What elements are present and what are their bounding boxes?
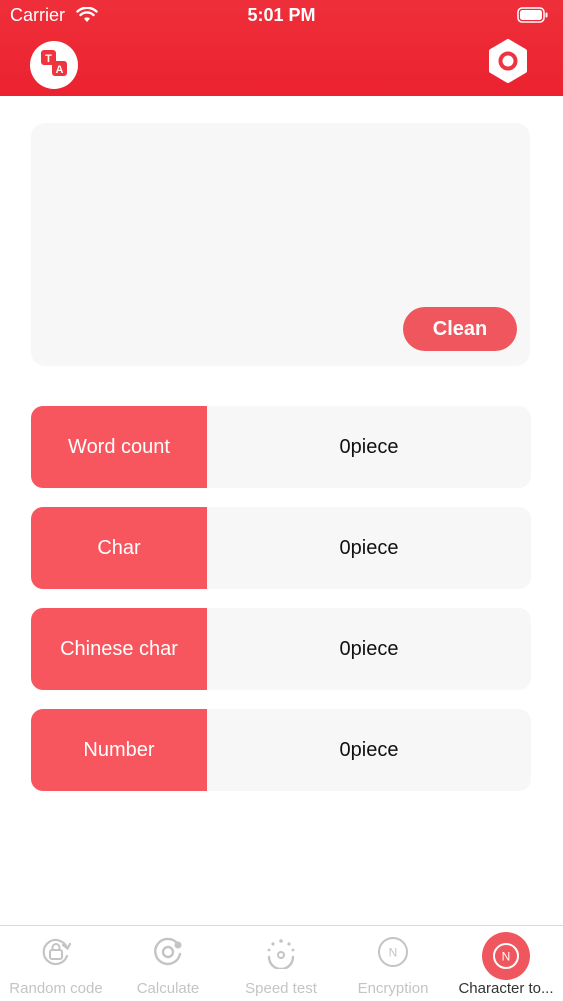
tab-calculate[interactable]: Calculate bbox=[112, 926, 224, 1001]
status-bar: Carrier 5:01 PM bbox=[0, 0, 563, 32]
stat-label: Char bbox=[31, 507, 207, 589]
stat-value: 0piece bbox=[339, 637, 399, 660]
char-count-row: Char 0piece bbox=[31, 507, 531, 589]
chinese-char-count-row: Chinese char 0piece bbox=[31, 608, 531, 690]
stat-label: Number bbox=[31, 709, 207, 791]
speed-test-icon bbox=[264, 935, 298, 971]
battery-icon bbox=[517, 7, 549, 28]
tab-encryption[interactable]: N Encryption bbox=[337, 926, 449, 1001]
tab-random-code[interactable]: Random code bbox=[0, 926, 112, 1001]
stat-value: 0piece bbox=[339, 435, 399, 458]
settings-icon bbox=[486, 38, 530, 88]
stat-label: Chinese char bbox=[31, 608, 207, 690]
encryption-icon: N bbox=[376, 935, 410, 969]
clock: 5:01 PM bbox=[247, 5, 316, 25]
svg-text:N: N bbox=[502, 950, 511, 964]
translate-button[interactable]: T A bbox=[30, 41, 78, 89]
stat-value: 0piece bbox=[339, 738, 399, 761]
tab-label: Character to... bbox=[458, 980, 554, 997]
word-count-row: Word count 0piece bbox=[31, 406, 531, 488]
tab-label: Random code bbox=[9, 980, 103, 997]
stat-value: 0piece bbox=[339, 536, 399, 559]
tab-label: Calculate bbox=[136, 980, 200, 997]
number-count-row: Number 0piece bbox=[31, 709, 531, 791]
tab-label: Speed test bbox=[245, 980, 317, 997]
tab-speed-test[interactable]: Speed test bbox=[225, 926, 337, 1001]
svg-text:N: N bbox=[389, 946, 398, 960]
svg-text:T: T bbox=[45, 53, 52, 65]
top-app-bar: Carrier 5:01 PM T A bbox=[0, 0, 563, 96]
tab-label: Encryption bbox=[357, 980, 429, 997]
character-count-icon: N bbox=[482, 932, 530, 980]
bottom-tab-bar: Random code Calculate Speed test N Encry… bbox=[0, 925, 563, 1001]
tab-character-count[interactable]: N Character to... bbox=[450, 926, 562, 1001]
settings-button[interactable] bbox=[485, 38, 531, 88]
translate-icon: T A bbox=[39, 48, 69, 83]
random-code-icon bbox=[39, 935, 73, 969]
calculate-icon bbox=[151, 935, 185, 969]
stat-label: Word count bbox=[31, 406, 207, 488]
svg-text:A: A bbox=[56, 64, 64, 76]
clean-button[interactable]: Clean bbox=[403, 307, 517, 351]
